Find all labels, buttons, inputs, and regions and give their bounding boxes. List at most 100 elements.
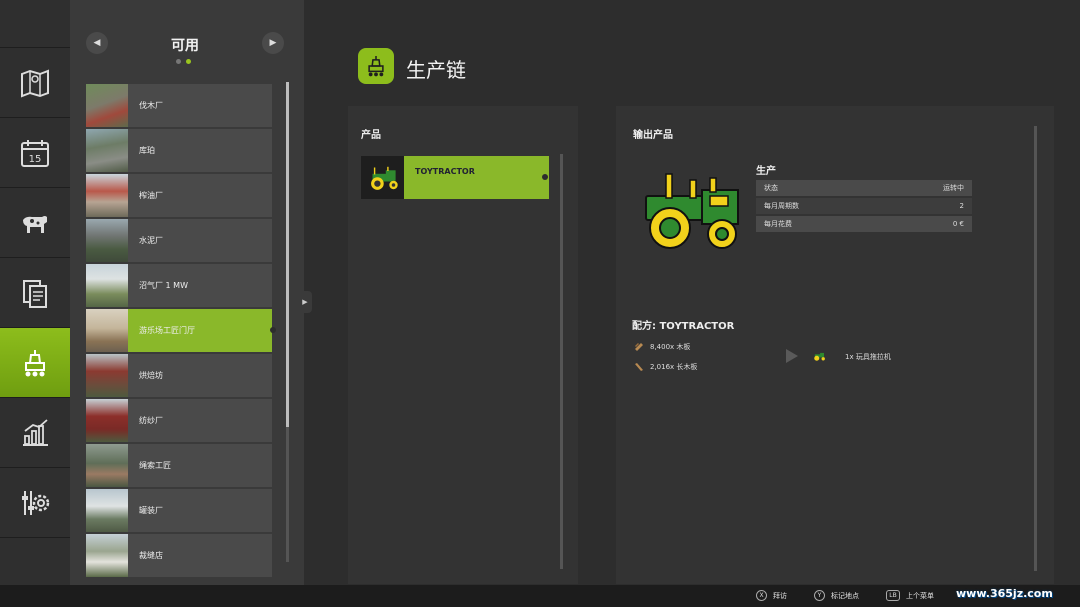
list-item-label: 绳索工匠	[139, 461, 171, 470]
production-icon	[25, 349, 45, 376]
list-item-label: 库珀	[139, 146, 155, 155]
list-item[interactable]: 裁缝店	[86, 534, 272, 577]
toy-tractor-icon	[370, 166, 398, 190]
list-item-thumbnail	[86, 219, 128, 262]
list-item[interactable]: 纺纱厂	[86, 399, 272, 442]
output-result: 1x 玩具拖拉机	[845, 353, 891, 361]
list-item[interactable]: 库珀	[86, 129, 272, 172]
list-item-thumbnail	[86, 174, 128, 217]
planks-icon	[635, 343, 643, 351]
production-heading: 生产	[756, 166, 776, 177]
nav-contracts[interactable]	[0, 258, 70, 328]
ingredient-row: 8,400x 木板	[634, 342, 690, 352]
stat-row-cycles: 每月周期数 2	[756, 198, 972, 214]
arrow-right-icon	[786, 349, 798, 363]
game-screen: { "list": { "title": "可用", "items": [ {"…	[0, 0, 1080, 607]
next-page-button[interactable]: ▶	[262, 32, 284, 54]
list-header: ◀ 可用 ▶	[70, 0, 304, 72]
list-item-thumbnail	[86, 129, 128, 172]
products-panel: 产品 TOYTRACTOR	[348, 106, 578, 584]
stat-row-cost: 每月花费 0 €	[756, 216, 972, 232]
bottom-hint-bar: X 拜访 Y 标记地点 LB 上个菜单	[0, 585, 1080, 607]
page-indicator	[176, 59, 191, 64]
list-item[interactable]: 伐木厂	[86, 84, 272, 127]
list-item-selected[interactable]: 游乐场工匠门厅	[86, 309, 276, 352]
animals-icon	[23, 215, 47, 233]
button-lb-icon: LB	[886, 590, 900, 601]
product-item-selected[interactable]: TOYTRACTOR	[361, 156, 549, 199]
map-icon	[21, 69, 49, 97]
production-list-panel: ◀ 可用 ▶ 伐木厂 库珀 榨油厂 水泥厂 沼气厂 1 MW 游乐场工匠门厅 烘…	[70, 0, 304, 585]
nav-calendar[interactable]: 15	[0, 118, 70, 188]
stat-value: 0 €	[952, 220, 964, 228]
list-scrollbar-thumb[interactable]	[286, 82, 289, 427]
collapse-panel-button[interactable]: ▶	[298, 291, 312, 313]
list-item[interactable]: 绳索工匠	[86, 444, 272, 487]
list-item-thumbnail	[86, 489, 128, 532]
products-scrollbar[interactable]	[560, 154, 563, 569]
list-item-label: 沼气厂 1 MW	[139, 281, 188, 290]
list-title: 可用	[171, 38, 199, 54]
ingredient-text: 2,016x 长木板	[650, 363, 698, 371]
nav-statistics[interactable]	[0, 398, 70, 468]
toy-tractor-small-icon	[814, 352, 825, 361]
list-item-label: 榨油厂	[139, 191, 163, 200]
watermark: www.365jz.com	[956, 587, 1053, 600]
output-scrollbar[interactable]	[1034, 126, 1037, 571]
list-item-label: 裁缝店	[139, 551, 163, 560]
list-item-label: 伐木厂	[139, 101, 163, 110]
list-item-label: 游乐场工匠门厅	[139, 326, 195, 335]
list-item-label: 纺纱厂	[139, 416, 163, 425]
list-item[interactable]: 水泥厂	[86, 219, 272, 262]
hint-previous-menu[interactable]: LB 上个菜单	[886, 590, 934, 601]
production-list: 伐木厂 库珀 榨油厂 水泥厂 沼气厂 1 MW 游乐场工匠门厅 烘焙坊 纺纱厂 …	[86, 84, 276, 579]
list-item-thumbnail	[86, 84, 128, 127]
stat-key: 每月周期数	[764, 202, 799, 210]
stat-value: 2	[959, 202, 964, 210]
chevron-left-icon: ◀	[93, 38, 101, 48]
stat-key: 状态	[764, 184, 778, 192]
button-y-icon: Y	[814, 590, 825, 601]
toy-tractor-large-icon	[645, 173, 739, 249]
list-item-thumbnail	[86, 534, 128, 577]
sidebar-top-spacer	[0, 0, 70, 48]
list-item[interactable]: 榨油厂	[86, 174, 272, 217]
products-label: 产品	[361, 130, 381, 141]
page-dot[interactable]	[176, 59, 181, 64]
contracts-icon	[23, 279, 47, 308]
page-dot-active[interactable]	[186, 59, 191, 64]
long-planks-icon	[635, 363, 643, 371]
stat-key: 每月花费	[764, 220, 792, 228]
nav-production[interactable]	[0, 328, 77, 398]
statistics-icon	[23, 418, 48, 446]
prev-page-button[interactable]: ◀	[86, 32, 108, 54]
output-label: 输出产品	[633, 130, 673, 141]
hint-label: 上个菜单	[906, 591, 934, 600]
list-item-label: 罐装厂	[139, 506, 163, 515]
nav-settings[interactable]	[0, 468, 70, 538]
recipe-title: 配方: TOYTRACTOR	[632, 321, 735, 332]
list-item-thumbnail	[86, 444, 128, 487]
nav-animals[interactable]	[0, 188, 70, 258]
product-label: TOYTRACTOR	[415, 167, 475, 176]
list-item-thumbnail	[86, 309, 128, 352]
list-item-thumbnail	[86, 264, 128, 307]
settings-icon	[22, 490, 50, 515]
output-panel: 输出产品 生产 状态 运转中 每月周期数 2 每月花费 0 € 配方: TOYT…	[616, 106, 1054, 584]
list-item-label: 水泥厂	[139, 236, 163, 245]
button-x-icon: X	[756, 590, 767, 601]
list-item[interactable]: 沼气厂 1 MW	[86, 264, 272, 307]
hint-visit[interactable]: X 拜访	[756, 590, 787, 601]
product-thumbnail	[361, 156, 404, 199]
calendar-icon: 15	[21, 139, 49, 167]
list-item[interactable]: 烘焙坊	[86, 354, 272, 397]
list-item-thumbnail	[86, 399, 128, 442]
hint-mark-location[interactable]: Y 标记地点	[814, 590, 859, 601]
page-title: 生产链	[406, 58, 466, 82]
list-item[interactable]: 罐装厂	[86, 489, 272, 532]
chevron-right-icon: ▶	[302, 298, 308, 306]
hint-label: 标记地点	[831, 591, 859, 600]
ingredient-text: 8,400x 木板	[650, 343, 691, 351]
nav-map[interactable]	[0, 48, 70, 118]
chevron-right-icon: ▶	[269, 38, 277, 48]
